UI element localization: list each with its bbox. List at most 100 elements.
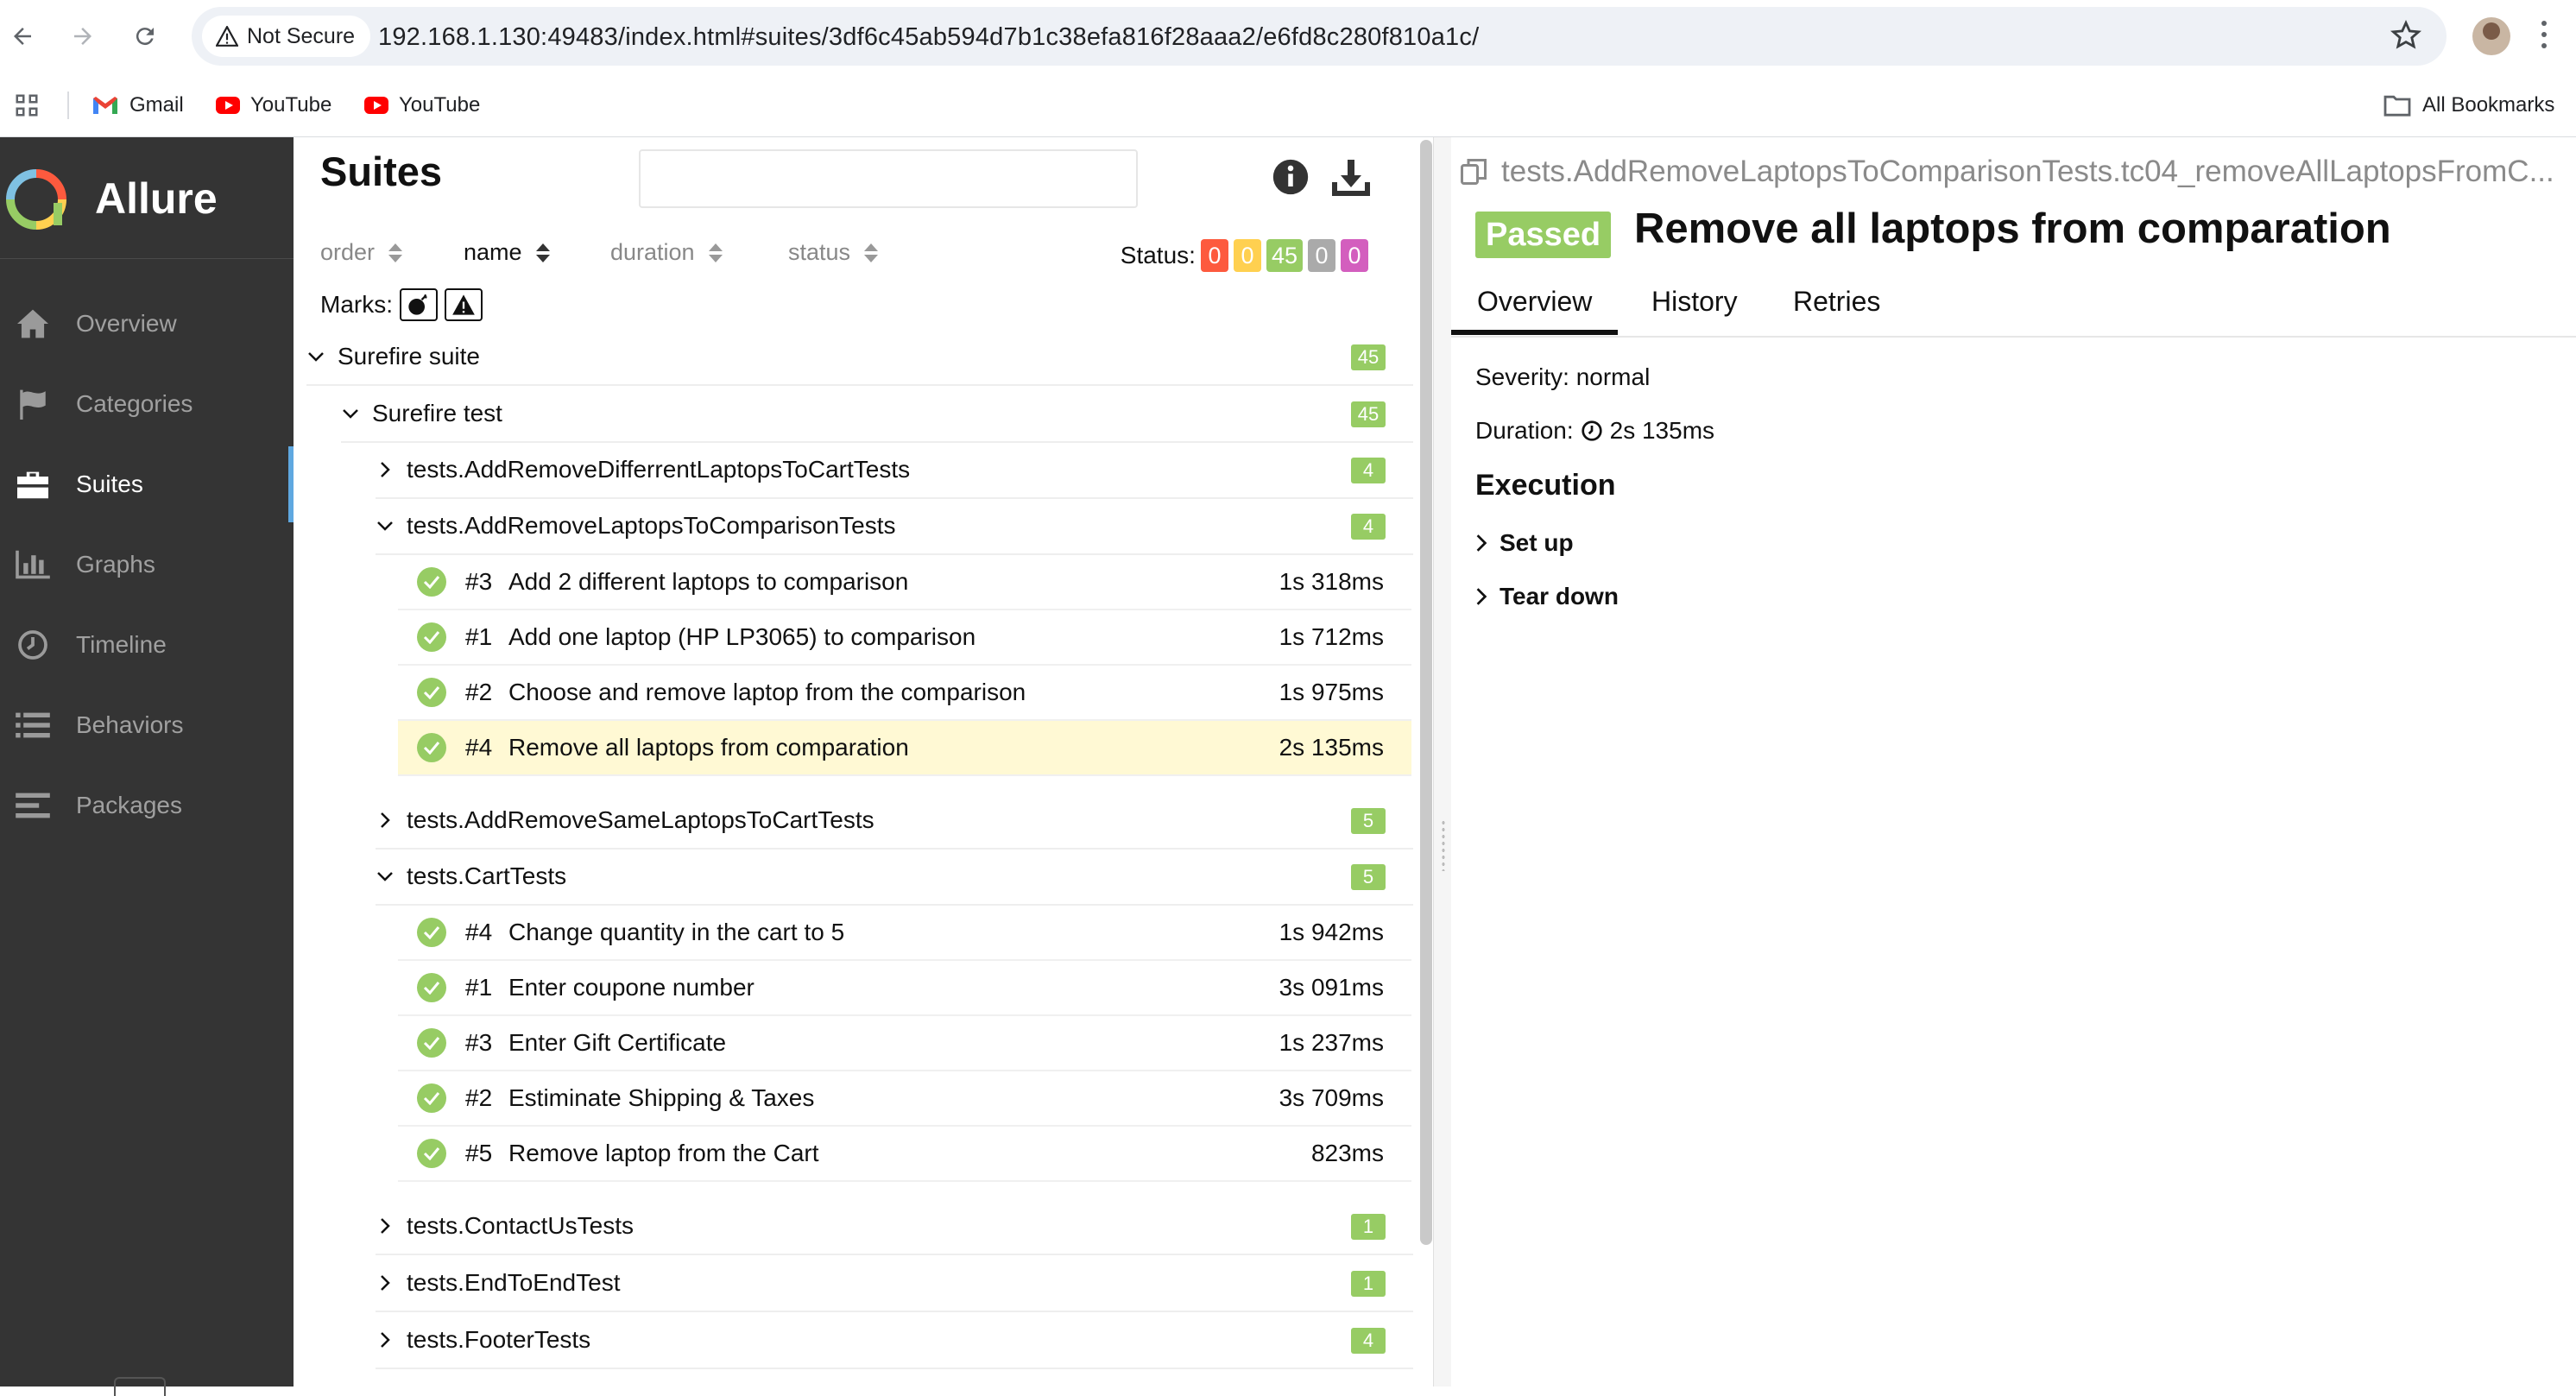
tree-node-surefire-test[interactable]: Surefire test 45 — [341, 386, 1413, 443]
test-duration: 1s 712ms — [1279, 623, 1384, 650]
status-passed-toggle[interactable]: 45 — [1266, 239, 1303, 272]
apps-button[interactable] — [14, 85, 40, 126]
browser-menu-button[interactable] — [2541, 21, 2548, 52]
nav-overview[interactable]: Overview — [0, 286, 294, 362]
new-failed-mark-toggle[interactable] — [445, 288, 483, 321]
tree-node-class[interactable]: tests.AddRemoveLaptopsToComparisonTests … — [376, 498, 1413, 555]
test-duration: 1s 975ms — [1279, 679, 1384, 705]
download-button[interactable] — [1330, 158, 1373, 201]
page-title: Suites — [320, 148, 443, 194]
severity-line: Severity: normal — [1475, 363, 1651, 390]
active-indicator — [288, 446, 294, 522]
reload-icon — [136, 28, 154, 46]
chevron-right-icon — [1476, 588, 1487, 605]
teardown-section[interactable]: Tear down — [1475, 583, 1619, 610]
brand-name: Allure — [95, 174, 218, 223]
brand[interactable]: Allure — [0, 137, 294, 259]
tree-node-class[interactable]: tests.CartTests 5 — [376, 849, 1413, 906]
nav-categories[interactable]: Categories — [0, 366, 294, 442]
tree-node-class[interactable]: tests.FooterTests 4 — [376, 1312, 1413, 1369]
tree-node-surefire-suite[interactable]: Surefire suite 45 — [306, 329, 1413, 386]
drag-handle-icon — [1441, 819, 1446, 871]
all-bookmarks-button[interactable]: All Bookmarks — [2383, 85, 2554, 126]
test-case-row[interactable]: #4 Change quantity in the cart to 5 1s 9… — [398, 906, 1411, 961]
test-case-row[interactable]: #3 Enter Gift Certificate 1s 237ms — [398, 1016, 1411, 1071]
status-failed-toggle[interactable]: 0 — [1200, 239, 1228, 272]
url-text[interactable]: 192.168.1.130:49483/index.html#suites/3d… — [378, 23, 1479, 52]
suites-panel: Suites order name duration status Status… — [294, 137, 1413, 1387]
marks-filter: Marks: — [320, 287, 483, 322]
tree-node-class[interactable]: tests.ContactUsTests 1 — [376, 1198, 1413, 1255]
passed-check-icon — [417, 1083, 446, 1113]
count-badge: 5 — [1351, 864, 1386, 890]
sort-order[interactable]: order — [320, 239, 403, 266]
browser-chrome: Not Secure 192.168.1.130:49483/index.htm… — [0, 0, 2576, 137]
sort-arrows-icon — [708, 243, 723, 262]
info-icon — [1272, 159, 1309, 195]
chevron-right-icon — [376, 1273, 395, 1292]
sort-status[interactable]: status — [788, 239, 879, 266]
nav-packages[interactable]: Packages — [0, 767, 294, 843]
count-badge: 1 — [1351, 1214, 1386, 1240]
status-badge: Passed — [1475, 212, 1612, 258]
execution-heading: Execution — [1475, 469, 1616, 502]
bookmark-youtube-1[interactable]: YouTube — [216, 85, 331, 126]
profile-avatar[interactable] — [2472, 17, 2510, 55]
test-case-row[interactable]: #1 Add one laptop (HP LP3065) to compari… — [398, 610, 1411, 666]
collapse-sidebar-button[interactable] — [114, 1377, 166, 1396]
tree-node-class[interactable]: tests.AddRemoveSameLaptopsToCartTests 5 — [376, 793, 1413, 850]
flaky-mark-toggle[interactable] — [400, 288, 438, 321]
sort-name[interactable]: name — [464, 239, 550, 266]
forward-button[interactable] — [62, 16, 104, 57]
status-broken-toggle[interactable]: 0 — [1233, 239, 1261, 272]
bookmark-gmail[interactable]: Gmail — [92, 85, 184, 126]
sort-duration[interactable]: duration — [610, 239, 723, 266]
copy-icon[interactable] — [1458, 156, 1489, 187]
download-icon — [1332, 160, 1370, 196]
test-case-row[interactable]: #1 Enter coupone number 3s 091ms — [398, 961, 1411, 1016]
arrow-right-icon — [74, 28, 92, 45]
test-case-row[interactable]: #3 Add 2 different laptops to comparison… — [398, 555, 1411, 610]
status-skipped-toggle[interactable]: 0 — [1308, 239, 1335, 272]
reload-button[interactable] — [124, 16, 166, 57]
star-icon — [2390, 19, 2421, 49]
sort-arrows-icon — [535, 243, 550, 262]
security-chip[interactable]: Not Secure — [202, 16, 371, 57]
test-case-row[interactable]: #2 Choose and remove laptop from the com… — [398, 666, 1411, 721]
youtube-icon — [216, 97, 240, 114]
test-case-row[interactable]: #2 Estiminate Shipping & Taxes 3s 709ms — [398, 1071, 1411, 1127]
chevron-right-icon — [376, 811, 395, 830]
tab-retries[interactable]: Retries — [1793, 286, 1880, 318]
status-unknown-toggle[interactable]: 0 — [1341, 239, 1368, 272]
nav-behaviors[interactable]: Behaviors — [0, 687, 294, 763]
search-input[interactable] — [639, 149, 1138, 208]
passed-check-icon — [417, 567, 446, 597]
address-bar[interactable]: Not Secure 192.168.1.130:49483/index.htm… — [192, 7, 2447, 66]
tab-history[interactable]: History — [1651, 286, 1738, 318]
nav-graphs[interactable]: Graphs — [0, 527, 294, 603]
test-duration: 3s 091ms — [1279, 974, 1384, 1001]
back-button[interactable] — [2, 16, 43, 57]
chevron-down-icon — [376, 867, 395, 886]
nav-suites[interactable]: Suites — [0, 446, 294, 522]
nav-timeline[interactable]: Timeline — [0, 607, 294, 683]
test-name: Remove all laptops from comparation — [508, 734, 909, 761]
detail-tabs: Overview History Retries — [1450, 277, 2576, 338]
count-badge: 45 — [1351, 401, 1386, 427]
tab-overview[interactable]: Overview — [1450, 286, 1619, 335]
passed-check-icon — [417, 1028, 446, 1058]
count-badge: 45 — [1351, 344, 1386, 370]
passed-check-icon — [417, 678, 446, 707]
bookmark-star-button[interactable] — [2390, 19, 2422, 56]
test-name: Add 2 different laptops to comparison — [508, 568, 909, 595]
clock-icon — [12, 628, 54, 662]
test-case-row[interactable]: #5 Remove laptop from the Cart 823ms — [398, 1127, 1411, 1182]
suites-scrollbar[interactable] — [1420, 140, 1432, 1245]
bookmark-youtube-2[interactable]: YouTube — [364, 85, 480, 126]
tree-node-class[interactable]: tests.EndToEndTest 1 — [376, 1255, 1413, 1312]
test-case-row-selected[interactable]: #4 Remove all laptops from comparation 2… — [398, 721, 1411, 776]
setup-section[interactable]: Set up — [1475, 529, 1574, 557]
info-button[interactable] — [1272, 158, 1315, 201]
pane-splitter[interactable] — [1433, 137, 1451, 1387]
tree-node-class[interactable]: tests.AddRemoveDifferrentLaptopsToCartTe… — [376, 442, 1413, 499]
